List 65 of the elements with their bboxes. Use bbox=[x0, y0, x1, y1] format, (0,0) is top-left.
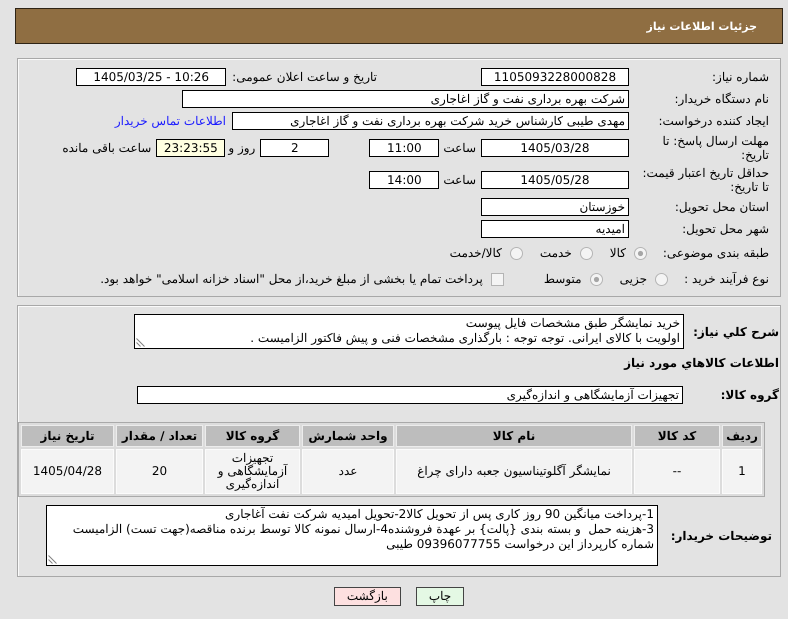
city-field[interactable]: امیدیه bbox=[481, 220, 629, 238]
validity-time-field[interactable]: 14:00 bbox=[369, 171, 440, 189]
goods-group-field[interactable]: تجهیزات آزمایشگاهی و اندازه‌گیری bbox=[137, 386, 683, 404]
field-label: تاریخ و ساعت اعلان عمومی: bbox=[232, 70, 377, 84]
announce-date-field[interactable]: 1405/03/25 - 10:26 bbox=[76, 68, 226, 86]
time-left-label: ساعت باقی مانده bbox=[62, 141, 152, 155]
section-title: اطلاعات کالاهاي مورد نياز bbox=[624, 356, 779, 370]
deadline-date-field[interactable]: 1405/03/28 bbox=[481, 139, 629, 157]
notes-field[interactable]: 1-پرداخت میانگین 90 روز کاری پس از تحویل کالا2-تحویل امیدیه شرکت نفت آغاجاری 3-هزینه حمل و بسته بندی {پالت} بر عهدة فروشنده4-ارسال نمونه کالا توسط برنده مناقصه(جهت تست) الزامیست شماره کارپرداز این درخواست 09396077755 طیبی bbox=[46, 505, 658, 566]
field-label: مهلت ارسال پاسخ: تا تاریخ: bbox=[662, 134, 769, 162]
column-header: تعداد / مقدار bbox=[116, 425, 203, 447]
need-number-field[interactable]: 1105093228000828 bbox=[481, 68, 629, 86]
radio-label: کالا bbox=[610, 246, 626, 260]
province-field[interactable]: خوزستان bbox=[481, 198, 629, 216]
radio-button[interactable] bbox=[510, 246, 523, 260]
checkbox[interactable] bbox=[490, 272, 504, 286]
requester-field[interactable]: مهدی طیبی کارشناس خرید شرکت بهره برداری نفت و گاز اغاجاری bbox=[232, 112, 629, 130]
field-label: گروه کالا: bbox=[720, 388, 779, 402]
radio-label: خدمت bbox=[540, 246, 572, 260]
column-header: نام کالا bbox=[396, 425, 632, 447]
field-label: توضیحات خریدار: bbox=[670, 528, 772, 542]
contact-info-link[interactable]: اطلاعات تماس خریدار bbox=[114, 114, 226, 128]
field-label: شرح کلي نياز: bbox=[693, 324, 779, 338]
column-header: کد کالا bbox=[634, 425, 720, 447]
radio-button[interactable] bbox=[634, 246, 647, 260]
days-left-field[interactable]: 2 bbox=[260, 139, 330, 157]
checkbox-label: پرداخت تمام یا بخشی از مبلغ خرید،از محل "اسناد خزانه اسلامی" خواهد بود. bbox=[100, 272, 483, 286]
table-cell: 1405/04/28 bbox=[21, 449, 114, 494]
table-cell: 1 bbox=[722, 449, 762, 494]
radio-button[interactable] bbox=[580, 246, 593, 260]
radio-label: جزیی bbox=[620, 272, 647, 286]
table-cell: عدد bbox=[302, 449, 394, 494]
column-header: ردیف bbox=[722, 425, 762, 447]
field-label: نوع فرآیند خرید : bbox=[684, 272, 769, 286]
field-label: شهر محل تحویل: bbox=[682, 222, 769, 236]
field-label: شماره نیاز: bbox=[712, 70, 769, 84]
table-cell: 20 bbox=[116, 449, 203, 494]
table-cell: تجهیزات آزمایشگاهی و اندازه‌گیری bbox=[205, 449, 300, 494]
table-cell: -- bbox=[634, 449, 720, 494]
column-header: گروه کالا bbox=[205, 425, 300, 447]
days-label: روز و bbox=[228, 141, 256, 155]
radio-label: کالا/خدمت bbox=[450, 246, 502, 260]
time-left-field[interactable]: 23:23:55 bbox=[156, 139, 226, 157]
column-header: تاریخ نیاز bbox=[21, 425, 114, 447]
field-label: استان محل تحویل: bbox=[674, 200, 769, 214]
radio-label: متوسط bbox=[544, 272, 582, 286]
validity-date-field[interactable]: 1405/05/28 bbox=[481, 171, 629, 189]
field-label: حداقل تاریخ اعتبار قیمت: تا تاریخ: bbox=[642, 166, 769, 194]
field-label: نام دستگاه خریدار: bbox=[674, 92, 769, 106]
table-cell: نمایشگر آگلوتیناسیون جعبه دارای چراغ bbox=[396, 449, 632, 494]
back-button[interactable]: بازگشت bbox=[334, 587, 401, 606]
buyer-org-field[interactable]: شرکت بهره برداری نفت و گاز اغاجاری bbox=[182, 90, 629, 108]
time-label: ساعت bbox=[443, 141, 476, 155]
print-button[interactable]: چاپ bbox=[416, 587, 464, 606]
radio-button[interactable] bbox=[590, 272, 603, 286]
deadline-time-field[interactable]: 11:00 bbox=[369, 139, 440, 157]
column-header: واحد شمارش bbox=[302, 425, 394, 447]
time-label: ساعت bbox=[443, 173, 476, 187]
field-label: ایجاد کننده درخواست: bbox=[658, 114, 769, 128]
radio-button[interactable] bbox=[655, 272, 668, 286]
resize-grip-icon[interactable] bbox=[48, 555, 57, 564]
description-field[interactable]: خرید نمایشگر طبق مشخصات فایل پیوست اولویت با کالای ایرانی. توجه توجه : بارگذاری مشخصات فنی و پیش فاکتور الزامیست . bbox=[134, 314, 684, 349]
page-title: جزئیات اطلاعات نیاز bbox=[646, 20, 757, 32]
resize-grip-icon[interactable] bbox=[136, 338, 145, 347]
field-label: طبقه بندی موضوعی: bbox=[662, 246, 769, 260]
